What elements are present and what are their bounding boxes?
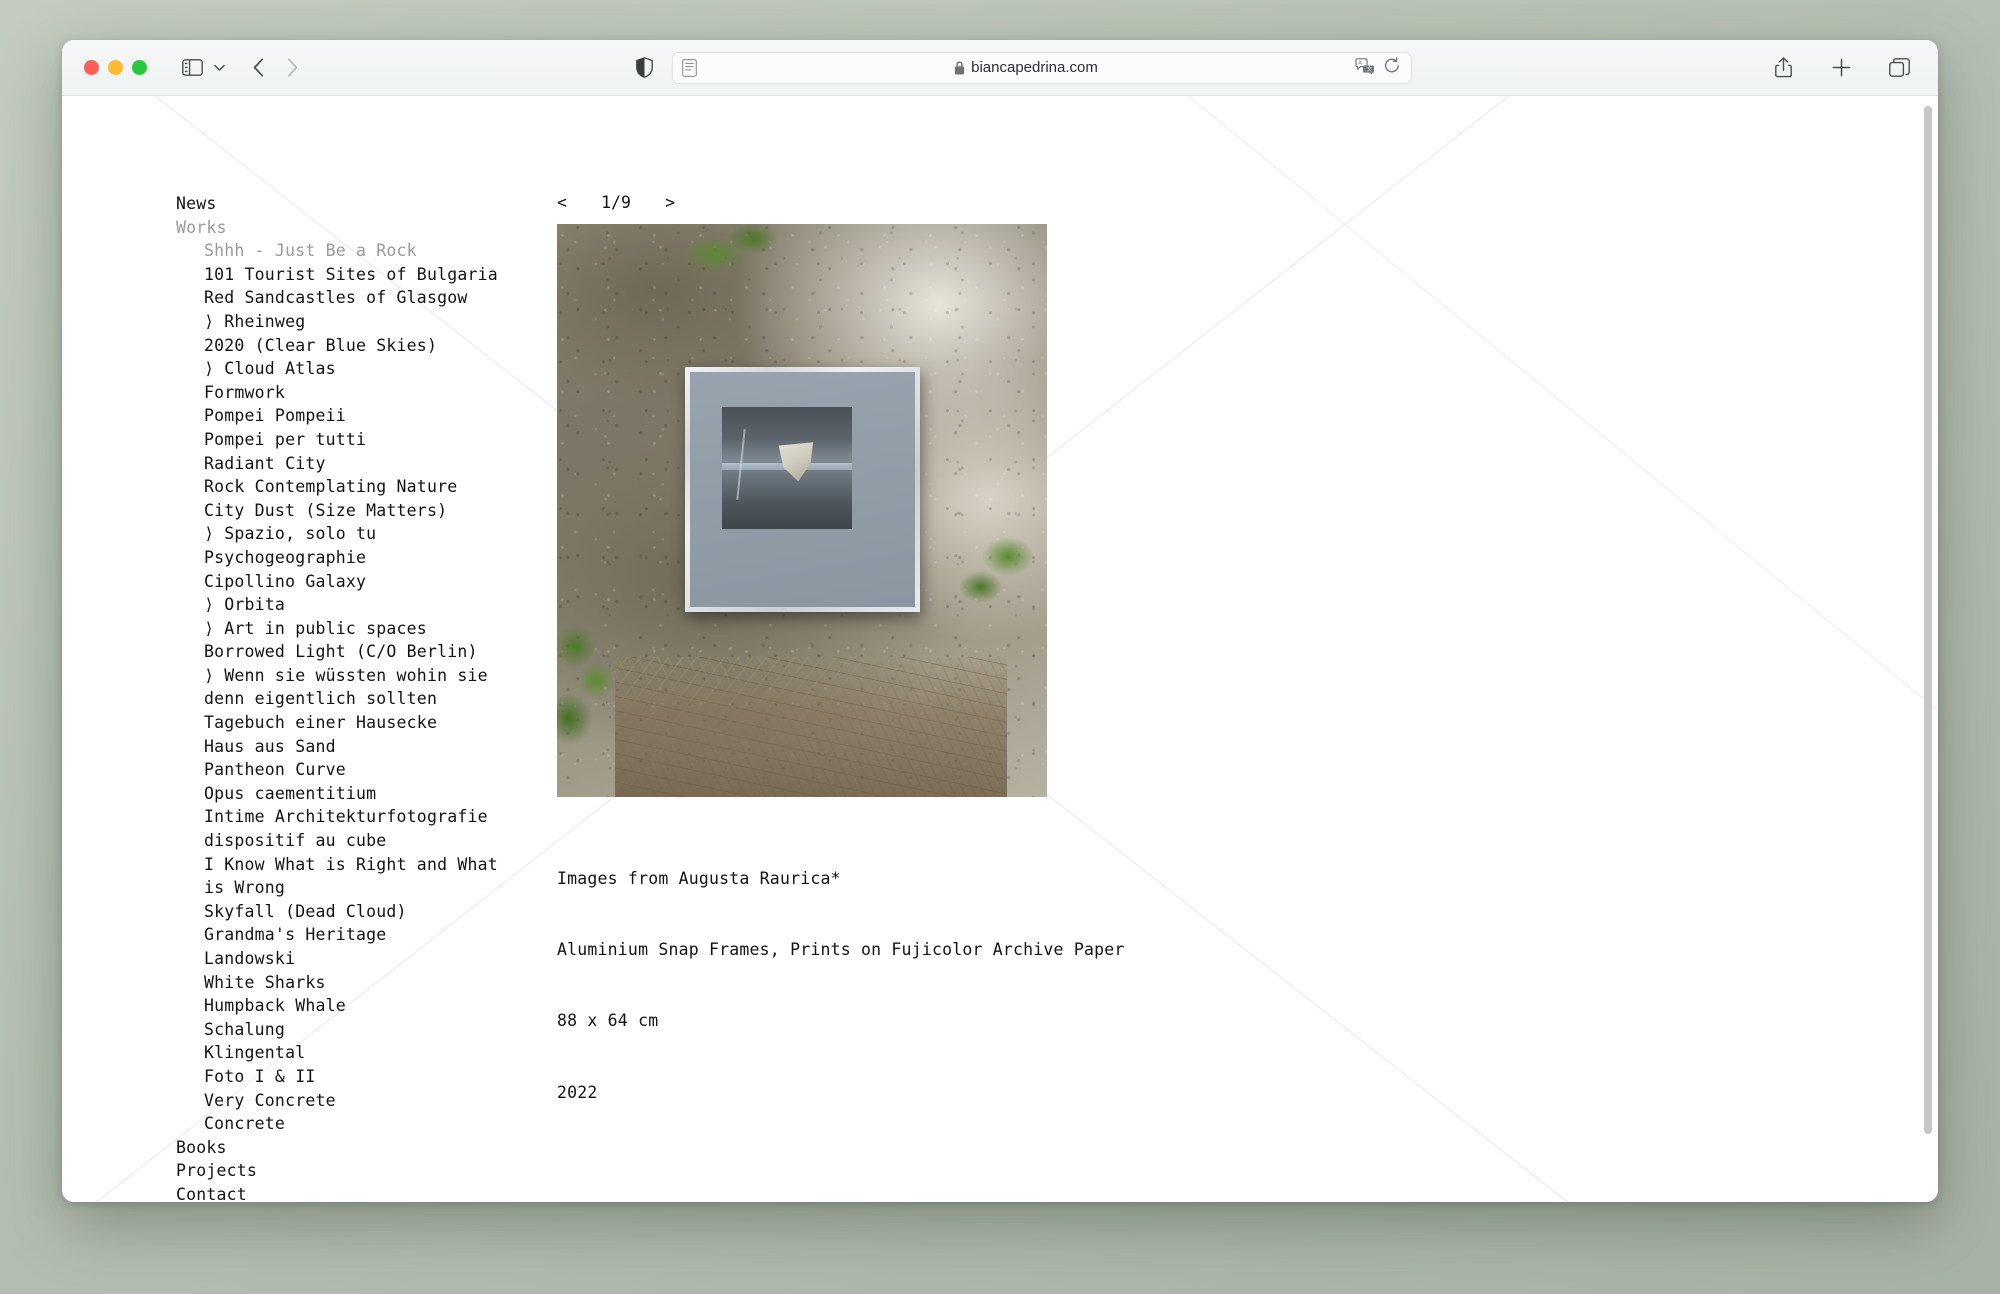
nav-item-0[interactable]: News — [176, 192, 506, 216]
zoom-window-button[interactable] — [132, 60, 147, 75]
url-text: biancapedrina.com — [971, 59, 1098, 76]
back-button[interactable] — [241, 53, 275, 83]
toolbar-left-group — [147, 53, 309, 83]
sidebar-toggle-icon[interactable] — [175, 53, 209, 83]
nav-item-38[interactable]: Books — [176, 1136, 506, 1160]
gallery-image[interactable] — [557, 224, 1047, 797]
moss-patch-right — [955, 524, 1041, 614]
nav-item-19[interactable]: Borrowed Light (C/O Berlin) — [176, 640, 506, 664]
gallery-pager: < 1/9 > — [557, 192, 1637, 214]
caption-block: Images from Augusta Raurica* Aluminium S… — [557, 819, 1637, 1202]
main-content: < 1/9 > — [557, 192, 1637, 1202]
nav-item-39[interactable]: Projects — [176, 1159, 506, 1183]
nav-item-9[interactable]: Pompei Pompeii — [176, 404, 506, 428]
nav-item-3[interactable]: 101 Tourist Sites of Bulgaria — [176, 263, 506, 287]
toolbar-right-group — [1766, 53, 1916, 83]
address-bar-actions: A 文 — [1355, 57, 1400, 78]
nav-item-12[interactable]: Rock Contemplating Nature — [176, 475, 506, 499]
page-scroll-container: NewsWorksShhh - Just Be a Rock101 Touris… — [62, 96, 1938, 1202]
caption-spacer — [557, 1152, 1637, 1176]
svg-text:文: 文 — [1367, 64, 1373, 72]
nav-item-16[interactable]: Cipollino Galaxy — [176, 570, 506, 594]
forward-button[interactable] — [275, 53, 309, 83]
share-icon[interactable] — [1766, 53, 1800, 83]
nav-item-17[interactable]: ⟩ Orbita — [176, 593, 506, 617]
nav-item-37[interactable]: Concrete — [176, 1112, 506, 1136]
artwork-print — [722, 407, 853, 529]
nav-item-4[interactable]: Red Sandcastles of Glasgow — [176, 286, 506, 310]
tab-overview-icon[interactable] — [1882, 53, 1916, 83]
page-viewport: NewsWorksShhh - Just Be a Rock101 Touris… — [62, 96, 1938, 1202]
gallery-next-button[interactable]: > — [647, 192, 675, 214]
scrollbar-thumb[interactable] — [1924, 106, 1932, 1134]
gallery-counter: 1/9 — [585, 192, 647, 214]
privacy-shield-icon[interactable] — [636, 57, 653, 78]
caption-medium: Aluminium Snap Frames, Prints on Fujicol… — [557, 938, 1637, 962]
nav-item-28[interactable]: Skyfall (Dead Cloud) — [176, 900, 506, 924]
nav-item-34[interactable]: Klingental — [176, 1041, 506, 1065]
nav-item-11[interactable]: Radiant City — [176, 452, 506, 476]
nav-item-21[interactable]: Tagebuch einer Hausecke — [176, 711, 506, 735]
browser-window: biancapedrina.com A 文 — [62, 40, 1938, 1202]
site-navigation: NewsWorksShhh - Just Be a Rock101 Touris… — [176, 192, 506, 1202]
url-display[interactable]: biancapedrina.com — [697, 59, 1355, 76]
nav-item-10[interactable]: Pompei per tutti — [176, 428, 506, 452]
nav-item-25[interactable]: Intime Architekturfotografie — [176, 805, 506, 829]
reader-view-icon[interactable] — [682, 59, 697, 77]
gallery-prev-button[interactable]: < — [557, 192, 585, 214]
translate-icon[interactable]: A 文 — [1355, 58, 1375, 78]
chevron-down-icon[interactable] — [209, 53, 229, 83]
nav-item-5[interactable]: ⟩ Rheinweg — [176, 310, 506, 334]
new-tab-icon[interactable] — [1824, 53, 1858, 83]
nav-item-8[interactable]: Formwork — [176, 381, 506, 405]
nav-item-31[interactable]: White Sharks — [176, 971, 506, 995]
nav-item-7[interactable]: ⟩ Cloud Atlas — [176, 357, 506, 381]
page-scrollbar[interactable] — [1921, 100, 1934, 1198]
nav-item-33[interactable]: Schalung — [176, 1018, 506, 1042]
close-window-button[interactable] — [84, 60, 99, 75]
nav-item-22[interactable]: Haus aus Sand — [176, 735, 506, 759]
nav-item-35[interactable]: Foto I & II — [176, 1065, 506, 1089]
nav-item-36[interactable]: Very Concrete — [176, 1089, 506, 1113]
caption-dimensions: 88 x 64 cm — [557, 1009, 1637, 1033]
nav-item-29[interactable]: Grandma's Heritage — [176, 923, 506, 947]
ground-litter — [615, 657, 1007, 797]
nav-item-13[interactable]: City Dust (Size Matters) — [176, 499, 506, 523]
nav-item-26[interactable]: dispositif au cube — [176, 829, 506, 853]
moss-patch-top — [667, 224, 787, 278]
moss-patch-left — [557, 625, 627, 745]
artwork-mat — [690, 372, 915, 607]
nav-item-18[interactable]: ⟩ Art in public spaces — [176, 617, 506, 641]
nav-item-6[interactable]: 2020 (Clear Blue Skies) — [176, 334, 506, 358]
nav-item-1[interactable]: Works — [176, 216, 506, 240]
nav-item-2[interactable]: Shhh - Just Be a Rock — [176, 239, 506, 263]
reload-icon[interactable] — [1384, 57, 1400, 78]
nav-item-15[interactable]: Psychogeographie — [176, 546, 506, 570]
nav-item-27[interactable]: I Know What is Right and What is Wrong — [176, 853, 506, 900]
framed-artwork — [685, 367, 920, 612]
nav-item-14[interactable]: ⟩ Spazio, solo tu — [176, 522, 506, 546]
nav-item-40[interactable]: Contact — [176, 1183, 506, 1202]
nav-item-23[interactable]: Pantheon Curve — [176, 758, 506, 782]
minimize-window-button[interactable] — [108, 60, 123, 75]
nav-item-20[interactable]: ⟩ Wenn sie wüssten wohin sie denn eigent… — [176, 664, 506, 711]
caption-year: 2022 — [557, 1081, 1637, 1105]
window-controls — [84, 60, 147, 75]
svg-text:A: A — [1358, 60, 1362, 66]
nav-item-24[interactable]: Opus caementitium — [176, 782, 506, 806]
caption-title: Images from Augusta Raurica* — [557, 867, 1637, 891]
address-bar[interactable]: biancapedrina.com A 文 — [672, 52, 1412, 84]
lock-icon — [954, 61, 965, 75]
print-paper-form — [776, 441, 815, 483]
nav-item-30[interactable]: Landowski — [176, 947, 506, 971]
browser-toolbar: biancapedrina.com A 文 — [62, 40, 1938, 96]
nav-item-32[interactable]: Humpback Whale — [176, 994, 506, 1018]
